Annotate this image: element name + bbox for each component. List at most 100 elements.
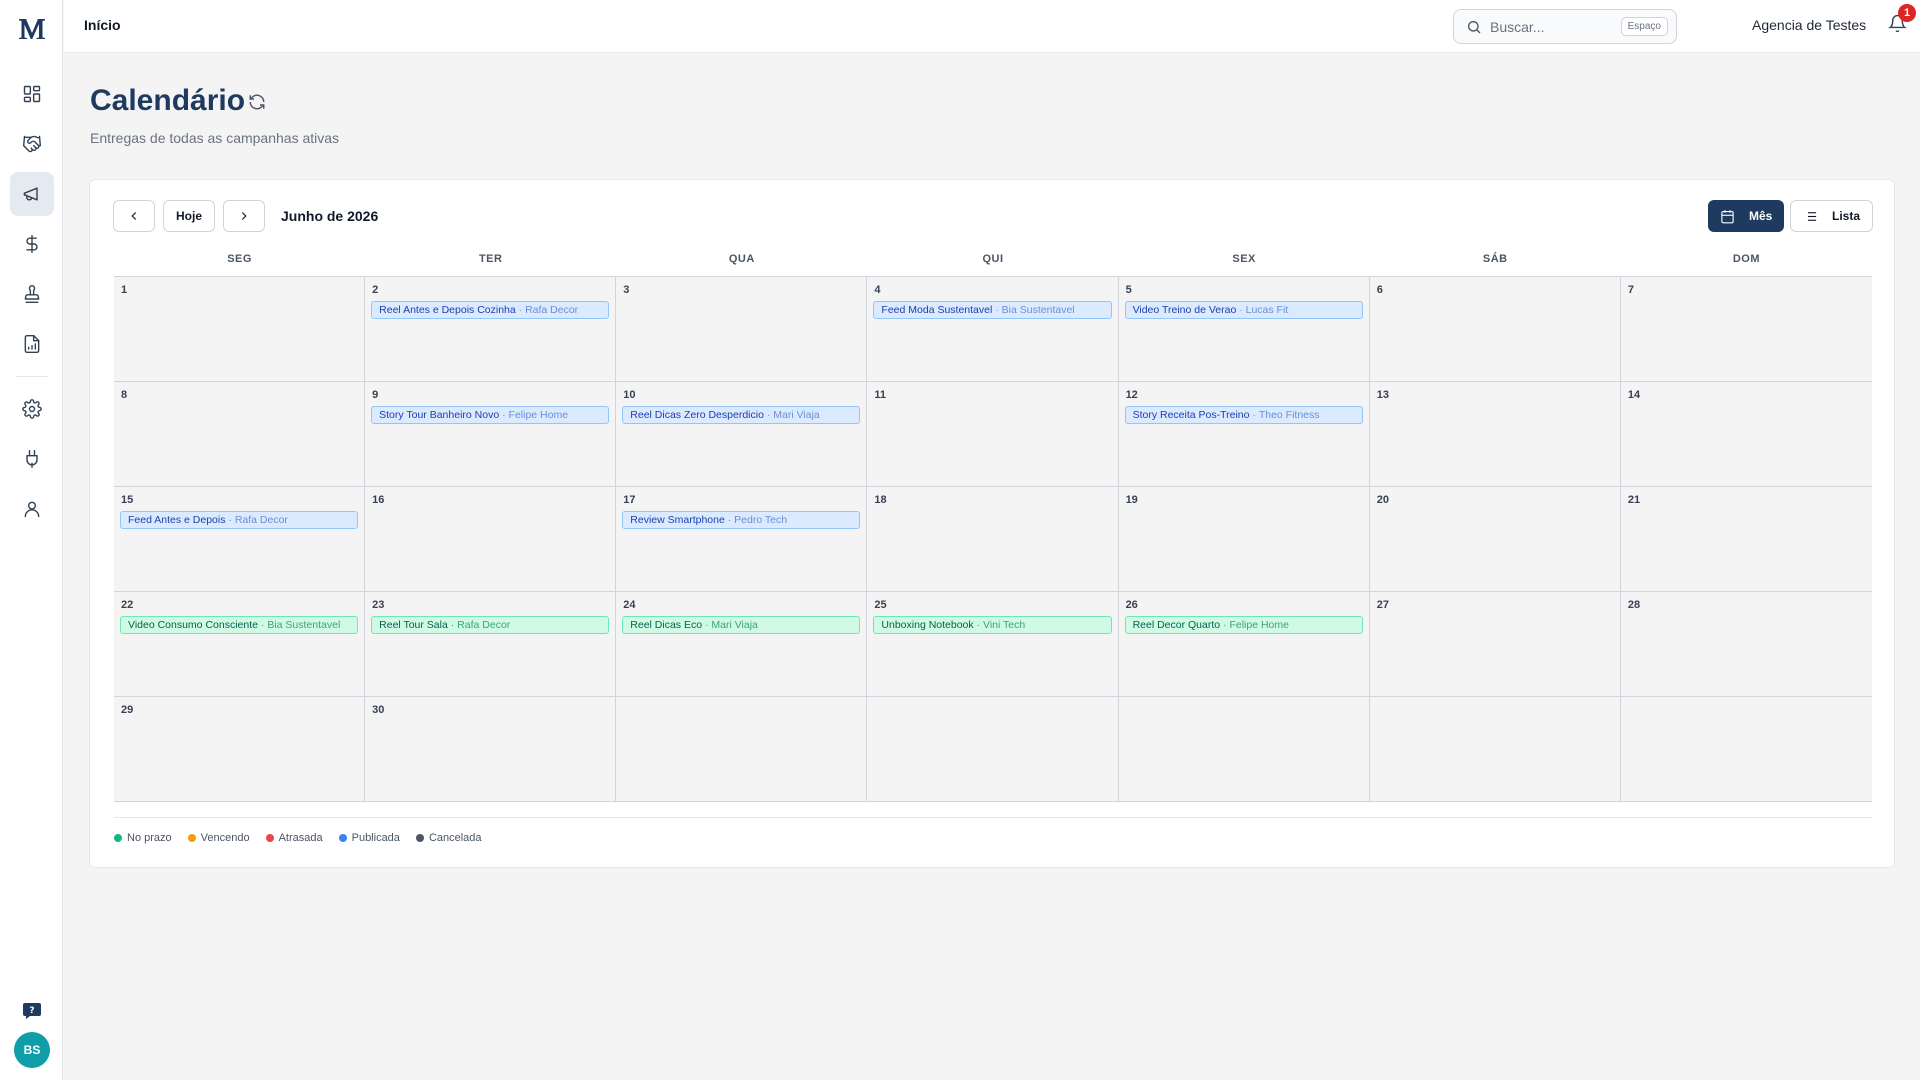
legend-label: Vencendo <box>200 832 250 844</box>
calendar-event[interactable]: Story Tour Banheiro Novo · Felipe Home <box>371 406 610 424</box>
calendar-event[interactable]: Video Consumo Consciente · Bia Sustentav… <box>120 616 359 634</box>
calendar-day-cell[interactable]: 28 <box>1620 592 1872 697</box>
calendar-day-cell[interactable]: 22 Video Consumo Consciente · Bia Sustent… <box>114 592 366 697</box>
calendar-day-cell[interactable]: 6 <box>1369 277 1621 382</box>
month-grid: 1 2 Reel Antes e Depois Cozinha · Rafa Dec… <box>114 276 1872 802</box>
calendar-day-cell[interactable]: 4 Feed Moda Sustentavel · Bia Sustentavel <box>867 277 1119 382</box>
weekday-label: SÁB <box>1482 253 1508 265</box>
weekday-label: TER <box>478 253 503 265</box>
day-number: 16 <box>372 494 385 506</box>
event-title: Feed Moda Sustentavel <box>881 304 993 316</box>
calendar-day-cell[interactable]: 16 <box>365 487 617 592</box>
search-shortcut-hint: Espaço <box>1620 17 1668 36</box>
today-button[interactable]: Hoje <box>163 200 215 232</box>
breadcrumb[interactable]: Início <box>84 17 121 33</box>
event-title: Reel Dicas Zero Desperdicio <box>630 409 764 421</box>
list-icon <box>1804 211 1817 221</box>
calendar-event[interactable]: Reel Antes e Depois Cozinha · Rafa Decor <box>371 301 610 319</box>
calendar-day-cell[interactable]: 19 <box>1118 487 1370 592</box>
calendar-event[interactable]: Reel Decor Quarto · Felipe Home <box>1124 616 1363 634</box>
calendar-day-cell[interactable]: 29 <box>114 697 366 802</box>
calendar-day-cell[interactable]: 2 Reel Antes e Depois Cozinha · Rafa Deco… <box>365 277 617 382</box>
event-creator: Theo Fitness <box>1258 409 1320 421</box>
nav-integrations[interactable] <box>10 437 54 481</box>
view-list-label: Lista <box>1832 209 1861 223</box>
view-month-label: Mês <box>1749 209 1773 223</box>
event-separator: · <box>992 304 1002 316</box>
nav-campaigns[interactable] <box>10 172 54 216</box>
calendar-day-cell[interactable]: 7 <box>1620 277 1872 382</box>
calendar-day-cell[interactable]: 3 <box>616 277 868 382</box>
calendar-day-cell[interactable]: 15 Feed Antes e Depois · Rafa Decor <box>114 487 366 592</box>
calendar-day-cell[interactable]: 1 <box>114 277 366 382</box>
day-number: 9 <box>372 389 379 401</box>
day-number: 15 <box>121 494 134 506</box>
calendar-day-cell[interactable]: 12 Story Receita Pos-Treino · Theo Fitnes… <box>1118 382 1370 487</box>
calendar-event[interactable]: Reel Tour Sala · Rafa Decor <box>371 616 610 634</box>
calendar-day-cell[interactable]: 5 Video Treino de Verao · Lucas Fit <box>1118 277 1370 382</box>
nav-users[interactable] <box>10 487 54 531</box>
calendar-card: Hoje Junho de 2026 Mês Lista SEG TER QUA QU… <box>89 179 1895 868</box>
calendar-day-cell[interactable]: 10 Reel Dicas Zero Desperdicio · Mari Via… <box>616 382 868 487</box>
day-number: 14 <box>1627 389 1641 401</box>
day-number: 26 <box>1125 599 1138 611</box>
calendar-event[interactable]: Feed Moda Sustentavel · Bia Sustentavel <box>873 301 1112 319</box>
nav-approvals[interactable] <box>10 272 54 316</box>
next-month-button[interactable] <box>223 200 265 232</box>
calendar-day-cell[interactable]: 30 <box>365 697 617 802</box>
calendar-day-cell[interactable]: 14 <box>1620 382 1872 487</box>
day-number: 6 <box>1376 284 1383 296</box>
calendar-event[interactable]: Unboxing Notebook · Vini Tech <box>873 616 1112 634</box>
event-title: Reel Dicas Eco <box>630 619 703 631</box>
event-title: Review Smartphone <box>630 514 725 526</box>
page-title: Calendário <box>90 84 246 117</box>
calendar-day-cell[interactable]: 9 Story Tour Banheiro Novo · Felipe Home <box>365 382 617 487</box>
event-title: Video Treino de Verao <box>1132 304 1237 316</box>
calendar-day-cell[interactable]: 24 Reel Dicas Eco · Mari Viaja <box>616 592 868 697</box>
event-creator: Felipe Home <box>508 409 569 421</box>
calendar-day-cell[interactable]: 17 Review Smartphone · Pedro Tech <box>616 487 868 592</box>
nav-finance[interactable] <box>10 222 54 266</box>
gear-icon <box>22 399 42 419</box>
calendar-day-cell[interactable]: 20 <box>1369 487 1621 592</box>
view-month-button[interactable]: Mês <box>1708 200 1785 232</box>
search-box[interactable]: Espaço <box>1453 9 1677 44</box>
calendar-day-cell[interactable]: 26 Reel Decor Quarto · Felipe Home <box>1118 592 1370 697</box>
search-input[interactable] <box>1490 18 1602 35</box>
refresh-button[interactable] <box>248 93 268 113</box>
weekday-label: DOM <box>1732 253 1760 265</box>
brand-logo[interactable] <box>17 14 47 44</box>
calendar-day-cell[interactable]: 27 <box>1369 592 1621 697</box>
prev-month-button[interactable] <box>113 200 155 232</box>
calendar-event[interactable]: Review Smartphone · Pedro Tech <box>622 511 861 529</box>
nav-settings[interactable] <box>10 387 54 431</box>
calendar-event[interactable]: Reel Dicas Eco · Mari Viaja <box>622 616 861 634</box>
calendar-day-cell[interactable]: 18 <box>867 487 1119 592</box>
nav-dashboard[interactable] <box>10 72 54 116</box>
calendar-day-cell[interactable]: 13 <box>1369 382 1621 487</box>
help-button[interactable]: ? <box>19 998 45 1024</box>
calendar-event[interactable]: Story Receita Pos-Treino · Theo Fitness <box>1124 406 1363 424</box>
view-list-button[interactable]: Lista <box>1790 200 1874 232</box>
day-number: 19 <box>1125 494 1138 506</box>
calendar-day-cell[interactable]: 23 Reel Tour Sala · Rafa Decor <box>365 592 617 697</box>
nav-reports[interactable] <box>10 322 54 366</box>
calendar-event[interactable]: Feed Antes e Depois · Rafa Decor <box>120 511 359 529</box>
calendar-day-cell[interactable]: 8 <box>114 382 366 487</box>
day-number: 3 <box>623 284 630 296</box>
event-title: Feed Antes e Depois <box>128 514 226 526</box>
calendar-day-cell[interactable]: 25 Unboxing Notebook · Vini Tech <box>867 592 1119 697</box>
weekday-label: SEG <box>227 253 252 265</box>
legend-item: Publicada <box>338 832 400 844</box>
legend-item: Vencendo <box>187 832 250 844</box>
calendar-day-cell[interactable]: 21 <box>1620 487 1872 592</box>
avatar[interactable]: BS <box>14 1032 50 1068</box>
calendar-day-cell[interactable]: 11 <box>867 382 1119 487</box>
nav-partnerships[interactable] <box>10 122 54 166</box>
calendar-event[interactable]: Video Treino de Verao · Lucas Fit <box>1124 301 1363 319</box>
day-number: 21 <box>1627 494 1641 506</box>
calendar-event[interactable]: Reel Dicas Zero Desperdicio · Mari Viaja <box>622 406 861 424</box>
agency-switcher[interactable]: Agencia de Testes <box>1752 17 1866 33</box>
event-creator: Pedro Tech <box>734 514 788 526</box>
calendar-day-cell <box>1369 697 1621 802</box>
